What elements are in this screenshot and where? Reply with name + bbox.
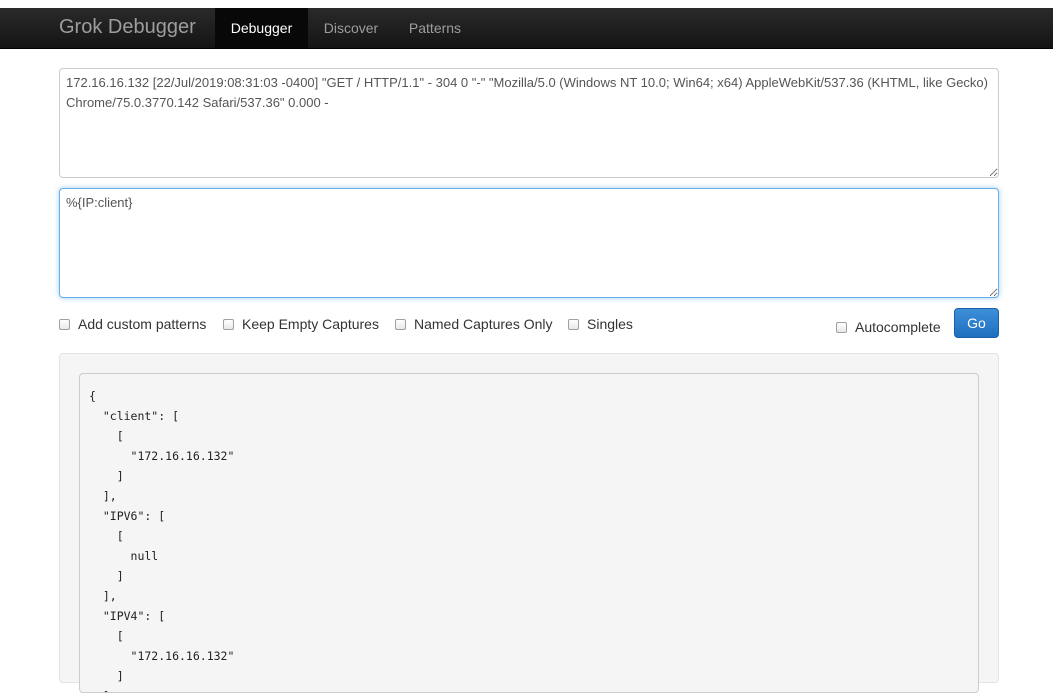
keep-empty-captures-label: Keep Empty Captures	[242, 316, 379, 332]
singles-checkbox[interactable]	[568, 318, 579, 330]
singles-label: Singles	[587, 316, 633, 332]
grok-pattern-input[interactable]: %{IP:client}	[59, 188, 999, 298]
log-sample-input[interactable]: 172.16.16.132 [22/Jul/2019:08:31:03 -040…	[59, 68, 999, 178]
navbar: Grok Debugger Debugger Discover Patterns	[0, 8, 1053, 49]
result-output: { "client": [ [ "172.16.16.132" ] ], "IP…	[79, 373, 979, 693]
autocomplete-option[interactable]: Autocomplete	[836, 318, 941, 336]
add-custom-patterns-option[interactable]: Add custom patterns	[59, 315, 206, 333]
named-captures-only-checkbox[interactable]	[395, 318, 406, 330]
go-button[interactable]: Go	[954, 308, 999, 338]
nav-tab-debugger[interactable]: Debugger	[215, 8, 308, 48]
autocomplete-label: Autocomplete	[855, 319, 941, 335]
singles-option[interactable]: Singles	[568, 315, 633, 333]
autocomplete-checkbox[interactable]	[836, 321, 847, 333]
named-captures-only-option[interactable]: Named Captures Only	[395, 315, 553, 333]
nav-tab-patterns[interactable]: Patterns	[394, 8, 476, 48]
add-custom-patterns-label: Add custom patterns	[78, 316, 207, 332]
keep-empty-captures-checkbox[interactable]	[223, 318, 234, 330]
add-custom-patterns-checkbox[interactable]	[59, 318, 70, 330]
keep-empty-captures-option[interactable]: Keep Empty Captures	[223, 315, 379, 333]
named-captures-only-label: Named Captures Only	[414, 316, 553, 332]
brand-title[interactable]: Grok Debugger	[59, 16, 196, 39]
top-strip	[0, 0, 1053, 8]
nav-tab-discover[interactable]: Discover	[308, 8, 394, 48]
